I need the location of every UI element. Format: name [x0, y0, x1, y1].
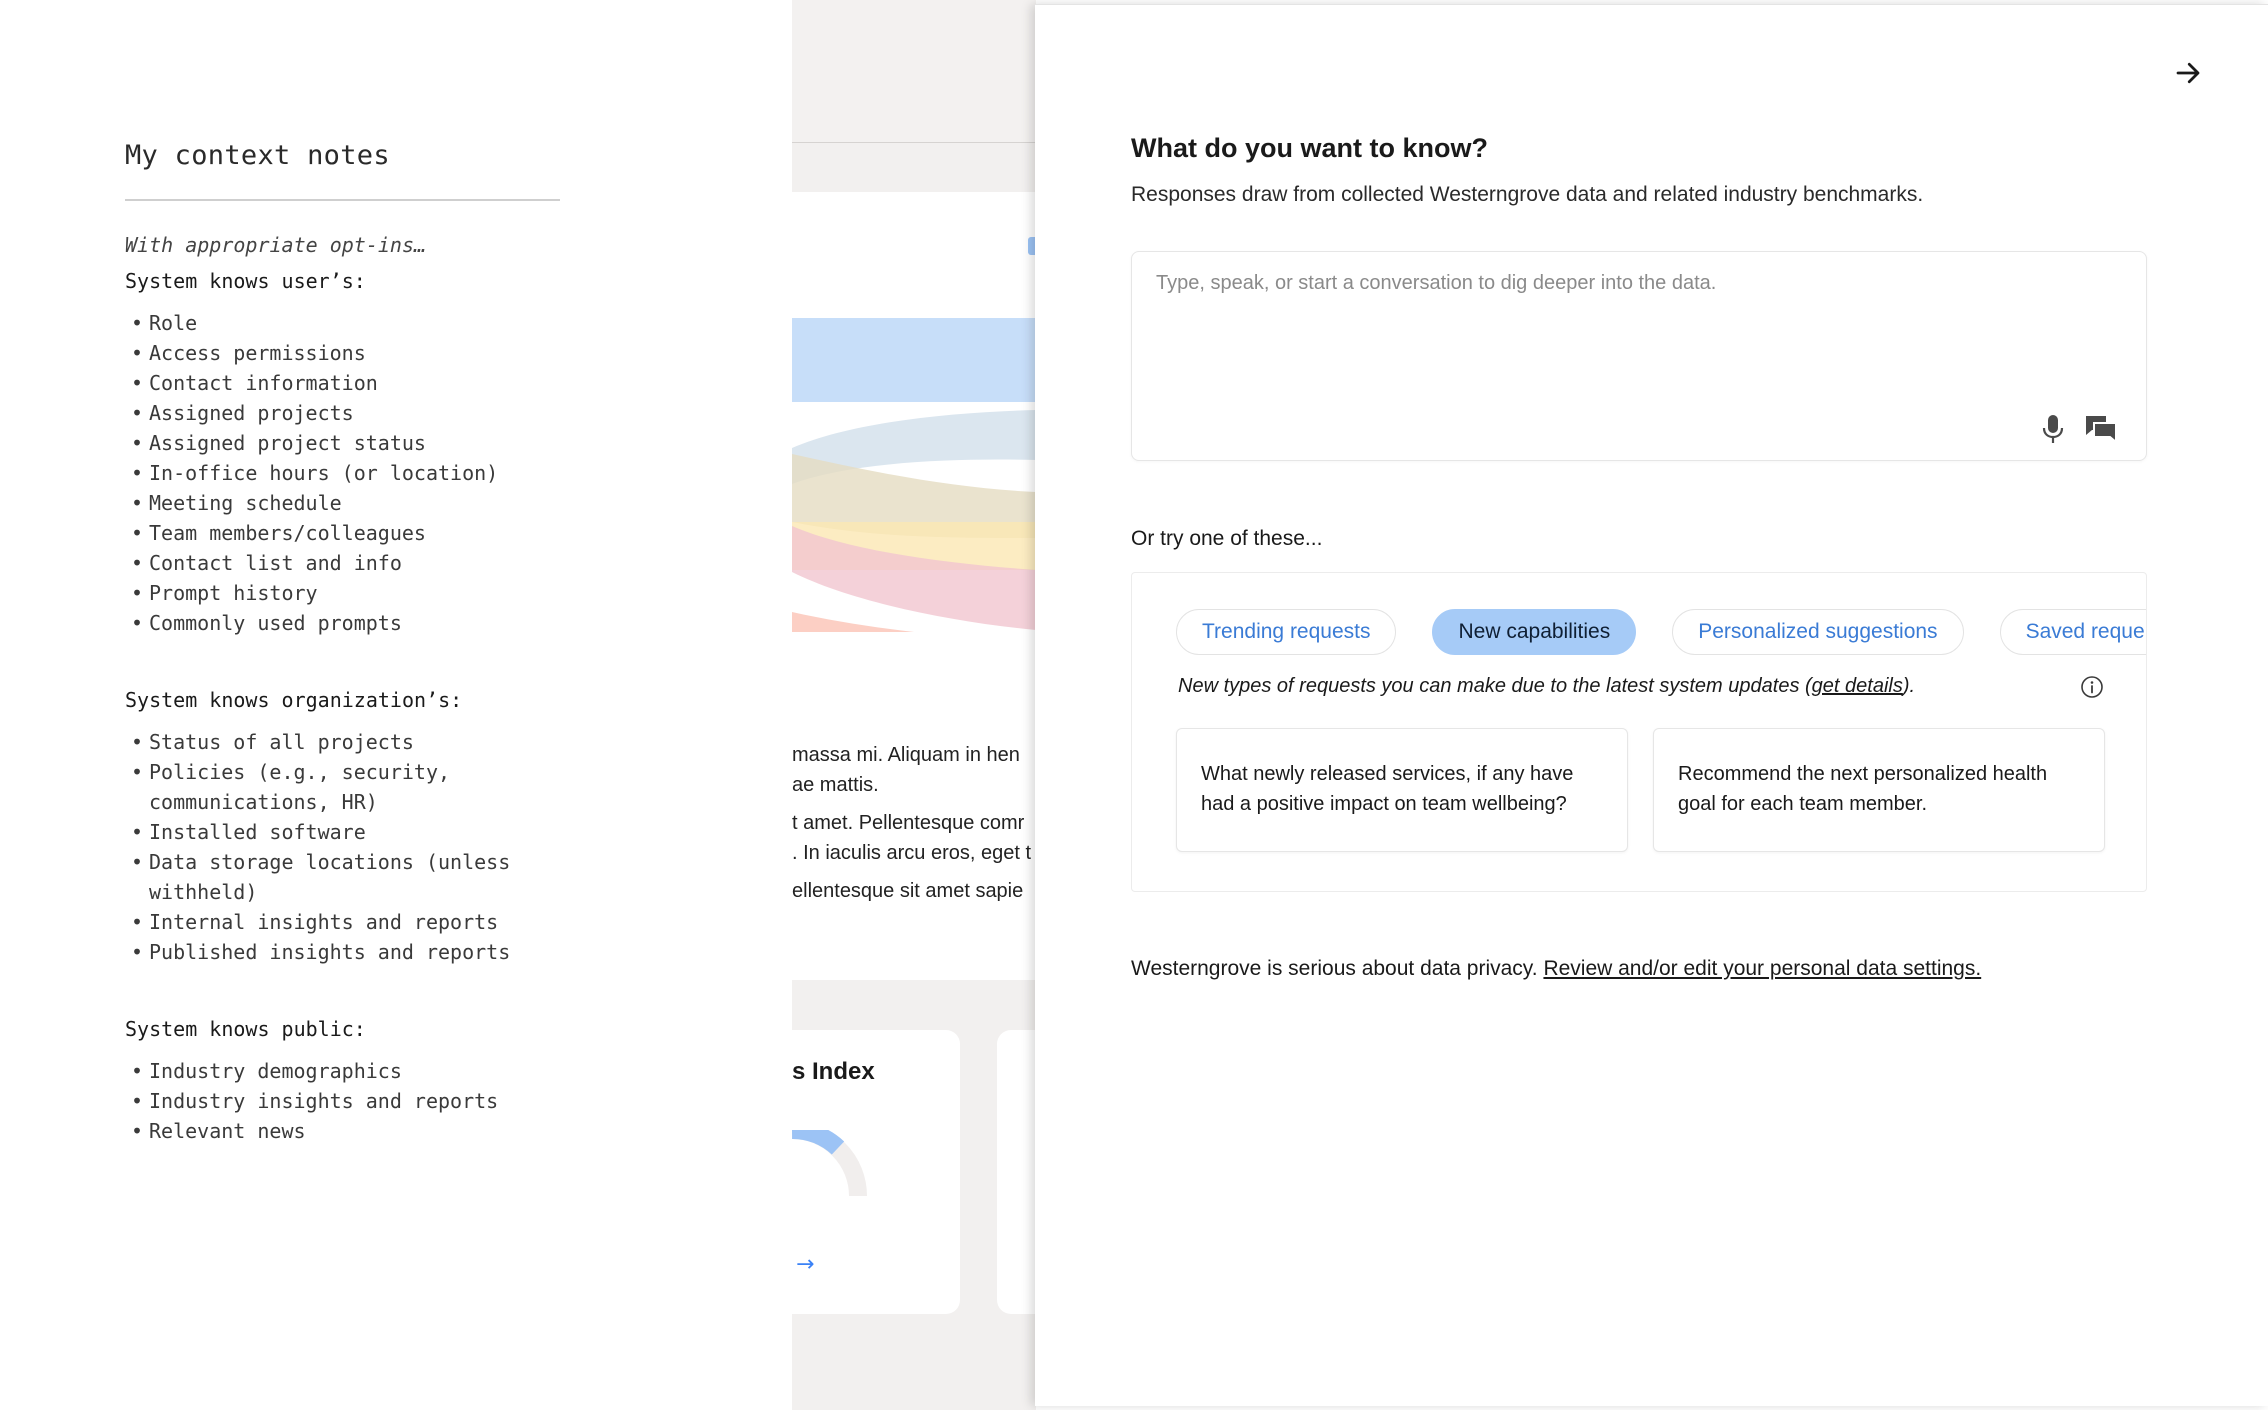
- gauge-fill: [792, 1130, 845, 1155]
- info-button[interactable]: [2078, 673, 2106, 701]
- background-second-card: [997, 1030, 1036, 1314]
- list-item: Assigned projects: [125, 398, 560, 428]
- chat-bubbles-icon: [2086, 416, 2117, 444]
- notes-list: Role Access permissions Contact informat…: [125, 308, 560, 638]
- list-item: In-office hours (or location): [125, 458, 560, 488]
- info-circle-icon: [2081, 676, 2103, 698]
- list-item: Published insights and reports: [125, 937, 560, 967]
- background-text-line: ae mattis.: [792, 774, 879, 796]
- list-item: Access permissions: [125, 338, 560, 368]
- notes-heading: System knows public:: [125, 1017, 366, 1041]
- notes-list: Status of all projects Policies (e.g., s…: [125, 727, 560, 967]
- data-settings-link[interactable]: Review and/or edit your personal data se…: [1543, 957, 1981, 980]
- list-item: Contact information: [125, 368, 560, 398]
- list-item: Internal insights and reports: [125, 907, 560, 937]
- list-item: Policies (e.g., security, communications…: [125, 757, 560, 817]
- microphone-icon: [2042, 415, 2064, 443]
- notes-heading: System knows organization’s:: [125, 688, 463, 712]
- query-input[interactable]: [1156, 272, 2116, 402]
- list-item: Assigned project status: [125, 428, 560, 458]
- list-item: Industry demographics: [125, 1056, 560, 1086]
- notes-title: My context notes: [125, 140, 560, 201]
- get-details-link[interactable]: get details: [1812, 675, 1903, 697]
- list-item: Meeting schedule: [125, 488, 560, 518]
- list-item: Relevant news: [125, 1116, 560, 1146]
- list-item: Data storage locations (unless withheld): [125, 847, 560, 907]
- tab-trending-requests[interactable]: Trending requests: [1176, 609, 1397, 655]
- context-notes: My context notes With appropriate opt-in…: [125, 140, 560, 1146]
- background-dashboard: massa mi. Aliquam in hen ae mattis. t am…: [792, 0, 1036, 1410]
- flow-band-blue: [792, 318, 1036, 402]
- assistant-panel: What do you want to know? Responses draw…: [1035, 4, 2268, 1406]
- tab-description-suffix: ).: [1902, 675, 1916, 697]
- list-item: Contact list and info: [125, 548, 560, 578]
- tab-personalized-suggestions[interactable]: Personalized suggestions: [1672, 609, 1964, 655]
- notes-section-organization: System knows organization’s: Status of a…: [125, 688, 560, 967]
- notes-list: Industry demographics Industry insights …: [125, 1056, 560, 1146]
- background-gauge: [792, 1130, 867, 1197]
- background-text-line: t amet. Pellentesque comr: [792, 812, 1025, 834]
- close-panel-button[interactable]: [2170, 55, 2206, 91]
- suggestions-box: Trending requests New capabilities Perso…: [1131, 572, 2147, 892]
- arrow-right-icon: [2176, 62, 2200, 84]
- conversation-button[interactable]: [2082, 412, 2120, 446]
- list-item: Team members/colleagues: [125, 518, 560, 548]
- list-item: Role: [125, 308, 560, 338]
- query-box: [1131, 251, 2147, 461]
- try-suggestions-label: Or try one of these...: [1131, 527, 1323, 550]
- microphone-button[interactable]: [2036, 412, 2070, 446]
- notes-intro: With appropriate opt-ins…: [125, 233, 427, 257]
- panel-title: What do you want to know?: [1131, 133, 1488, 163]
- background-index-card: s Index →: [792, 1030, 960, 1314]
- tab-description-text: New types of requests you can make due t…: [1178, 675, 1812, 697]
- suggested-prompt-card[interactable]: What newly released services, if any hav…: [1176, 728, 1628, 852]
- background-chart-card: massa mi. Aliquam in hen ae mattis. t am…: [792, 192, 1036, 980]
- notes-section-public: System knows public: Industry demographi…: [125, 1017, 560, 1146]
- privacy-notice: Westerngrove is serious about data priva…: [1131, 957, 1981, 981]
- background-text-line: . In iaculis arcu eros, eget t: [792, 842, 1032, 864]
- panel-subtitle: Responses draw from collected Westerngro…: [1131, 183, 1924, 206]
- list-item: Commonly used prompts: [125, 608, 560, 638]
- background-text-line: ellentesque sit amet sapie: [792, 880, 1024, 902]
- notes-section-user: System knows user’s: Role Access permiss…: [125, 269, 560, 638]
- list-item: Industry insights and reports: [125, 1086, 560, 1116]
- suggested-prompt-card[interactable]: Recommend the next personalized health g…: [1653, 728, 2105, 852]
- arrow-right-icon: →: [796, 1252, 815, 1277]
- notes-heading: System knows user’s:: [125, 269, 366, 293]
- background-header: [792, 0, 1036, 143]
- background-flow-chart: [792, 318, 1036, 632]
- suggestion-tabs: Trending requests New capabilities Perso…: [1176, 609, 2146, 655]
- list-item: Installed software: [125, 817, 560, 847]
- tab-description: New types of requests you can make due t…: [1178, 675, 1915, 698]
- list-item: Status of all projects: [125, 727, 560, 757]
- tab-new-capabilities[interactable]: New capabilities: [1432, 609, 1637, 655]
- privacy-text: Westerngrove is serious about data priva…: [1131, 957, 1544, 980]
- tab-saved-requests[interactable]: Saved reque: [1999, 609, 2146, 655]
- background-index-title: s Index: [792, 1058, 875, 1085]
- background-text-line: massa mi. Aliquam in hen: [792, 744, 1020, 766]
- list-item: Prompt history: [125, 578, 560, 608]
